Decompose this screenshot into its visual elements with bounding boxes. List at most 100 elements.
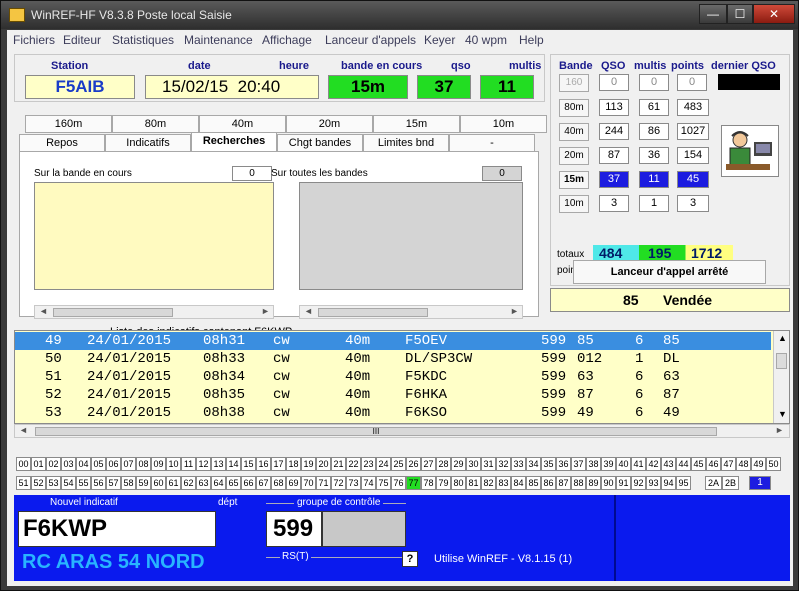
menu-lanceur[interactable]: Lanceur d'appels	[325, 33, 416, 47]
log-vscrollbar[interactable]: ▲ ▼	[773, 331, 789, 423]
mult-cell-59: 59	[136, 476, 151, 490]
scroll-down-icon[interactable]: ▼	[778, 409, 787, 419]
mult-cell-64: 64	[211, 476, 226, 490]
group-input[interactable]	[322, 511, 406, 547]
date-time-value: 15/02/15 20:40	[145, 75, 319, 99]
log-row[interactable]: 53 24/01/2015 08h38 cw 40m F6KSO 599 49 6 49	[15, 404, 771, 422]
scroll-thumb[interactable]: III	[35, 427, 717, 436]
points-cell: 0	[677, 74, 707, 91]
dept-number: 85	[623, 292, 639, 308]
qso-cell: 113	[599, 99, 629, 116]
band-80m-button[interactable]: 80m	[559, 99, 589, 117]
rst-input[interactable]: 599	[266, 511, 322, 547]
tab-20m[interactable]: 20m	[286, 115, 373, 133]
mult-cell-27: 27	[421, 457, 436, 471]
tab-40m[interactable]: 40m	[199, 115, 286, 133]
club-name: RC ARAS 54 NORD	[22, 551, 205, 573]
menu-statistiques[interactable]: Statistiques	[112, 33, 174, 47]
mult-cell-49: 49	[751, 457, 766, 471]
mult-cell-26: 26	[406, 457, 421, 471]
qso-log[interactable]: 49 24/01/2015 08h31 cw 40m F5OEV 599 85 6 85 50 24…	[14, 330, 790, 424]
mult-cell-52: 52	[31, 476, 46, 490]
search-tab-content: Sur la bande en cours 0 ◄ ► Sur toutes l…	[19, 151, 539, 338]
mult-cell-53: 53	[46, 476, 61, 490]
minimize-button[interactable]: —	[699, 4, 727, 24]
mult-cell-77: 77	[406, 476, 421, 490]
scroll-thumb[interactable]	[776, 353, 787, 369]
log-hscrollbar[interactable]: ◄ III ►	[14, 424, 790, 438]
mult-cell-81: 81	[466, 476, 481, 490]
menu-affichage[interactable]: Affichage	[262, 33, 312, 47]
header-bande: Bande	[559, 60, 593, 72]
band-10m-button[interactable]: 10m	[559, 195, 589, 213]
mult-cell-46: 46	[706, 457, 721, 471]
mult-cell-85: 85	[526, 476, 541, 490]
client-area: Fichiers Editeur Statistiques Maintenanc…	[7, 30, 793, 586]
tab-80m[interactable]: 80m	[112, 115, 199, 133]
help-button[interactable]: ?	[402, 551, 418, 567]
tab-dash[interactable]: -	[449, 134, 535, 152]
app-icon	[9, 8, 25, 22]
last-qso-display	[718, 74, 780, 90]
mult-cell-86: 86	[541, 476, 556, 490]
tab-160m[interactable]: 160m	[25, 115, 112, 133]
menu-fichiers[interactable]: Fichiers	[13, 33, 55, 47]
call-input[interactable]: F6KWP	[18, 511, 216, 547]
mult-cell-74: 74	[361, 476, 376, 490]
mult-cell-73: 73	[346, 476, 361, 490]
scroll-left-icon[interactable]: ◄	[39, 306, 48, 316]
scroll-left-icon[interactable]: ◄	[304, 306, 313, 316]
menu-editeur[interactable]: Editeur	[63, 33, 101, 47]
scroll-right-icon[interactable]: ►	[775, 425, 784, 435]
launcher-button[interactable]: Lanceur d'appel arrêté	[573, 260, 766, 284]
maximize-button[interactable]: ☐	[727, 4, 753, 24]
scroll-thumb[interactable]	[53, 308, 173, 317]
all-search-list[interactable]	[299, 182, 523, 290]
tab-chgt-bandes[interactable]: Chgt bandes	[277, 134, 363, 152]
mult-cell-60: 60	[151, 476, 166, 490]
mult-cell-03: 03	[61, 457, 76, 471]
menu-wpm[interactable]: 40 wpm	[465, 33, 507, 47]
all-search-scrollbar[interactable]: ◄ ►	[299, 305, 523, 319]
log-row[interactable]: 52 24/01/2015 08h35 cw 40m F6HKA 599 87 6 87	[15, 386, 771, 404]
band-search-list[interactable]	[34, 182, 274, 290]
menu-bar: Fichiers Editeur Statistiques Maintenanc…	[7, 30, 793, 50]
close-button[interactable]: ✕	[753, 4, 795, 24]
tab-recherches[interactable]: Recherches	[191, 132, 277, 152]
menu-keyer[interactable]: Keyer	[424, 33, 455, 47]
log-row[interactable]: 50 24/01/2015 08h33 cw 40m DL/SP3CW 599 012 1 DL	[15, 350, 771, 368]
band-160-button[interactable]: 160	[559, 74, 589, 92]
menu-help[interactable]: Help	[519, 33, 544, 47]
multis-cell: 36	[639, 147, 669, 164]
total-points: 1712	[691, 245, 723, 261]
multis-label: multis	[509, 60, 542, 72]
scroll-left-icon[interactable]: ◄	[19, 425, 28, 435]
log-row[interactable]: 51 24/01/2015 08h34 cw 40m F5KDC 599 63 6 63	[15, 368, 771, 386]
mult-cell-95: 95	[676, 476, 691, 490]
mult-cell-89: 89	[586, 476, 601, 490]
tab-repos[interactable]: Repos	[19, 134, 105, 152]
log-row[interactable]: 49 24/01/2015 08h31 cw 40m F5OEV 599 85 6 85	[15, 332, 771, 350]
heure-label: heure	[279, 60, 309, 72]
scroll-right-icon[interactable]: ►	[510, 306, 519, 316]
title-bar[interactable]: WinREF-HF V8.3.8 Poste local Saisie — ☐ …	[1, 1, 798, 29]
mult-cell-00: 00	[16, 457, 31, 471]
band-20m-button[interactable]: 20m	[559, 147, 589, 165]
multis-cell: 86	[639, 123, 669, 140]
mult-cell-05: 05	[91, 457, 106, 471]
qso-cell: 87	[599, 147, 629, 164]
tab-indicatifs[interactable]: Indicatifs	[105, 134, 191, 152]
tab-limites-bnd[interactable]: Limites bnd	[363, 134, 449, 152]
scroll-thumb[interactable]	[318, 308, 428, 317]
band-search-scrollbar[interactable]: ◄ ►	[34, 305, 274, 319]
band-40m-button[interactable]: 40m	[559, 123, 589, 141]
mult-cell-14: 14	[226, 457, 241, 471]
scroll-up-icon[interactable]: ▲	[778, 333, 787, 343]
band-15m-button[interactable]: 15m	[559, 171, 589, 189]
mult-cell-18: 18	[286, 457, 301, 471]
tab-10m[interactable]: 10m	[460, 115, 547, 133]
menu-maintenance[interactable]: Maintenance	[184, 33, 253, 47]
mult-cell-83: 83	[496, 476, 511, 490]
tab-15m[interactable]: 15m	[373, 115, 460, 133]
scroll-right-icon[interactable]: ►	[261, 306, 270, 316]
